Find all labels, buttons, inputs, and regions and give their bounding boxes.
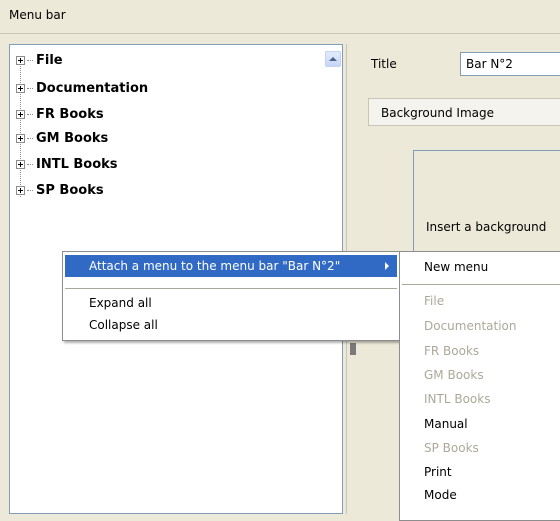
expand-icon[interactable]	[16, 109, 25, 119]
tree-connector	[27, 59, 33, 61]
insert-background-text: Insert a background	[426, 220, 547, 234]
submenu-item-manual[interactable]: Manual	[424, 413, 468, 435]
window-title: Menu bar	[9, 8, 66, 22]
menu-item-label: Expand all	[89, 296, 152, 310]
submenu-item-sp-books: SP Books	[424, 441, 479, 455]
submenu-item-file: File	[424, 294, 445, 308]
tree-item-sp-books[interactable]: SP Books	[16, 181, 104, 199]
tree-connector	[27, 137, 33, 139]
submenu-item-intl-books: INTL Books	[424, 392, 491, 406]
submenu-item-documentation: Documentation	[424, 319, 517, 333]
submenu: New menu File Documentation FR Books GM …	[399, 251, 560, 521]
scroll-up-button[interactable]	[325, 51, 341, 67]
tree-item-label: SP Books	[36, 182, 104, 198]
menu-separator	[65, 288, 397, 289]
tree-connector	[27, 87, 33, 89]
menu-item-attach-menu[interactable]: Attach a menu to the menu bar "Bar N°2"	[65, 255, 397, 277]
tree-item-label: File	[36, 52, 63, 68]
chevron-up-icon	[329, 57, 337, 61]
splitter-grip[interactable]	[350, 343, 356, 355]
tree-item-label: FR Books	[36, 106, 104, 122]
menu-item-expand-all[interactable]: Expand all	[65, 292, 397, 314]
tree-connector	[27, 113, 33, 115]
tree-item-intl-books[interactable]: INTL Books	[16, 155, 118, 173]
submenu-item-fr-books: FR Books	[424, 344, 480, 358]
header-divider	[0, 33, 560, 34]
expand-icon[interactable]	[16, 133, 25, 143]
tree-item-fr-books[interactable]: FR Books	[16, 105, 104, 123]
expand-icon[interactable]	[16, 55, 25, 65]
expand-icon[interactable]	[16, 83, 25, 93]
submenu-item-mode[interactable]: Mode	[424, 484, 457, 506]
title-label: Title	[371, 57, 397, 71]
tree-item-file[interactable]: File	[16, 51, 63, 69]
context-menu: Attach a menu to the menu bar "Bar N°2" …	[62, 251, 400, 341]
tree-item-label: INTL Books	[36, 156, 118, 172]
menu-item-collapse-all[interactable]: Collapse all	[65, 314, 397, 336]
submenu-arrow-icon	[385, 262, 389, 270]
menu-item-label: Attach a menu to the menu bar "Bar N°2"	[89, 259, 341, 273]
tree-item-label: GM Books	[36, 130, 109, 146]
tree-item-label: Documentation	[36, 80, 149, 96]
menu-item-label: Collapse all	[89, 318, 158, 332]
title-input[interactable]	[460, 52, 560, 76]
tab-background-image-label: Background Image	[381, 106, 494, 120]
expand-icon[interactable]	[16, 159, 25, 169]
expand-icon[interactable]	[16, 185, 25, 195]
tree-connector	[27, 189, 33, 191]
tree-item-documentation[interactable]: Documentation	[16, 79, 148, 97]
submenu-item-gm-books: GM Books	[424, 368, 484, 382]
submenu-item-print[interactable]: Print	[424, 461, 452, 483]
tree-connector	[27, 163, 33, 165]
tree-item-gm-books[interactable]: GM Books	[16, 129, 108, 147]
menu-separator	[402, 284, 560, 285]
submenu-item-new-menu[interactable]: New menu	[424, 256, 488, 278]
